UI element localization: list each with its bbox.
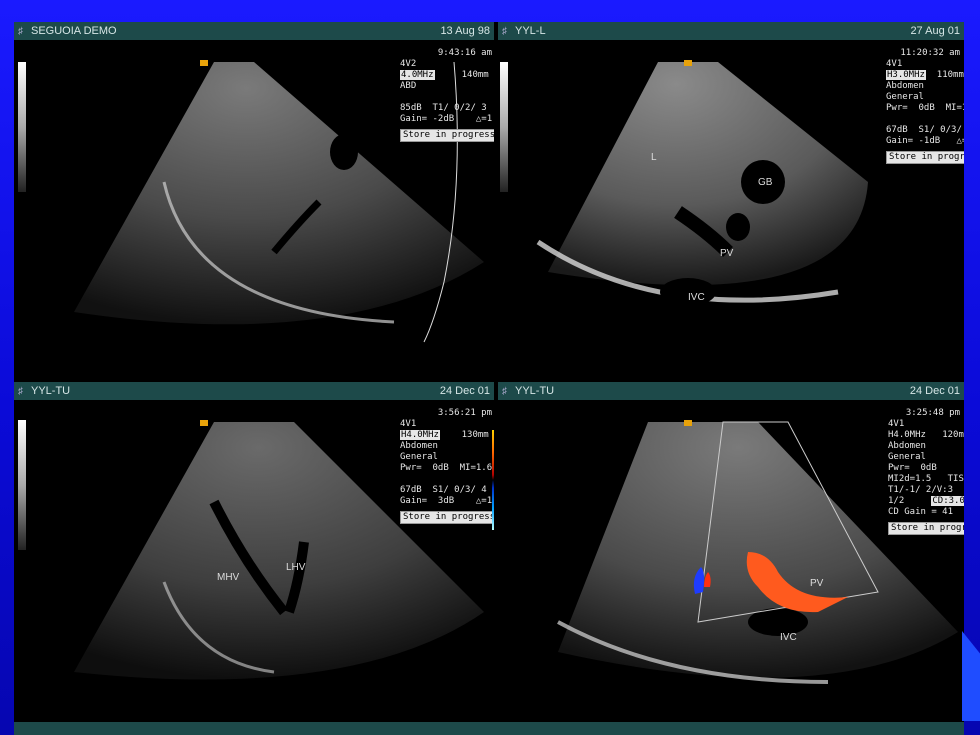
acquisition-info: 3:25:48 pm4V1 H4.0MHz 120mm Abdomen Gene…: [888, 408, 964, 535]
acquisition-info: 9:43:16 am 4V2 4.0MHz 140mm ABD 85dB T1/ …: [400, 48, 494, 142]
store-status: Store in progress: [400, 129, 494, 142]
label-pv: PV: [810, 578, 824, 589]
acquisition-info: 3:56:21 pm 4V1 H4.0MHz 130mm Abdomen Gene…: [400, 408, 494, 524]
label-mhv: MHV: [217, 572, 240, 583]
label-lhv: LHV: [286, 562, 306, 573]
label-pv: PV: [720, 248, 734, 259]
pane-top-right: ♯ YYL-L 27 Aug 01 L GB PV IVC 11:20:32 am…: [498, 22, 964, 374]
label-ivc: IVC: [780, 632, 797, 643]
store-status: Store in progress: [886, 151, 964, 164]
store-status: Store in progress: [888, 522, 964, 535]
ultrasound-grid: ♯ SEGUOIA DEMO 13 Aug 98 9:43:16 am 4V2 4.…: [14, 22, 964, 735]
pane-bottom-left: ♯ YYL-TU 24 Dec 01 MHV LHV 3:56:21 pm 4V1 …: [14, 382, 494, 722]
label-ivc: IVC: [688, 292, 705, 303]
pane-bottom-right: ♯ YYL-TU 24 Dec 01 PV IVC 3:25:48 pm 4V1 H…: [498, 382, 964, 722]
color-velocity-scale: [492, 430, 494, 530]
label-l: L: [651, 152, 657, 163]
acquisition-info: 11:20:32 am 4V1 H3.0MHz 110mm Abdomen Gen…: [886, 48, 964, 164]
bottom-status-strip: [14, 722, 964, 735]
slide-corner-decoration: [962, 631, 980, 721]
pane-top-left: ♯ SEGUOIA DEMO 13 Aug 98 9:43:16 am 4V2 4.…: [14, 22, 494, 374]
label-gb: GB: [758, 177, 773, 188]
store-status: Store in progress: [400, 511, 494, 524]
